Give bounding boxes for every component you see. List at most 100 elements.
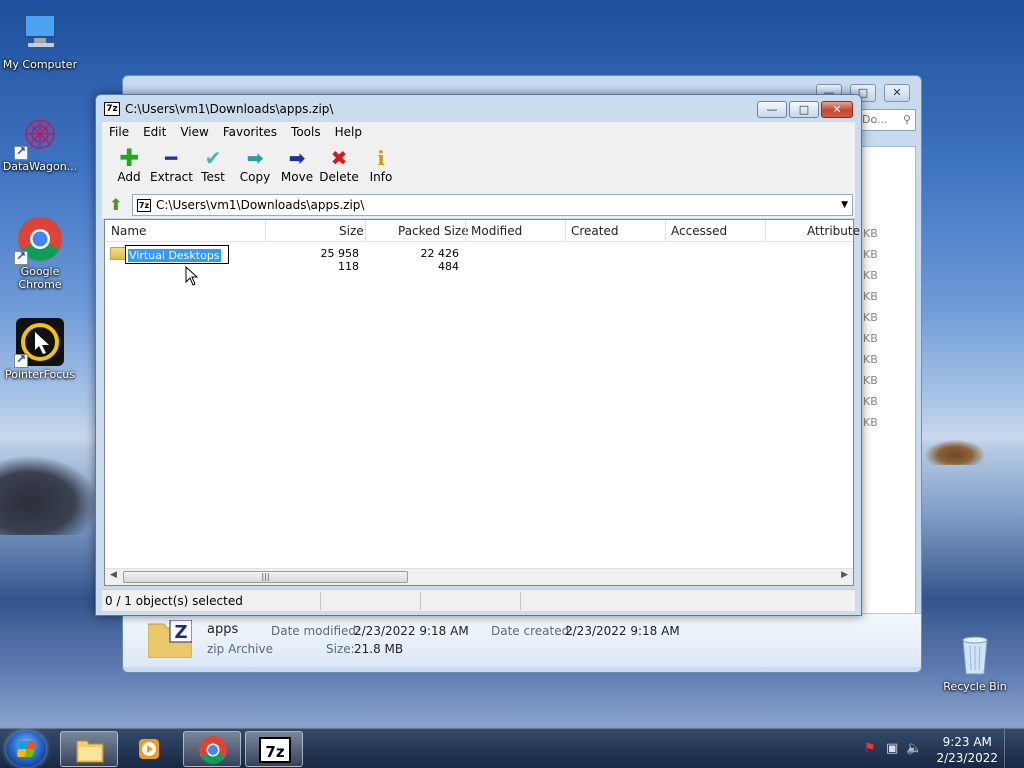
info-icon: i: [377, 146, 385, 170]
scroll-right-icon[interactable]: ▶: [841, 570, 848, 580]
start-button[interactable]: [6, 731, 46, 767]
size-label: Size:: [326, 642, 355, 656]
size-cell: 25 958 118: [320, 247, 360, 273]
7zip-window[interactable]: 7z C:\Users\vm1\Downloads\apps.zip\ — □ …: [95, 94, 862, 616]
chrome-icon: [14, 215, 64, 265]
modified-value: 2/23/2022 9:18 AM: [354, 624, 469, 638]
action-center-flag-icon[interactable]: ⚑: [864, 741, 876, 756]
column-accessed[interactable]: Accessed: [671, 224, 727, 238]
extract-button[interactable]: ━ Extract: [150, 142, 193, 192]
wallpaper-rocks: [0, 455, 100, 535]
desktop-icon-label: Google: [20, 265, 60, 278]
size-cell: KB: [863, 374, 878, 387]
media-player-icon: [139, 739, 159, 759]
system-tray: ⚑ ▣ 🔈 9:23 AM 2/23/2022: [856, 729, 1016, 768]
column-attribute[interactable]: Attribute: [807, 224, 860, 238]
column-modified[interactable]: Modified: [471, 224, 522, 238]
size-cell: KB: [863, 227, 878, 240]
delete-button[interactable]: ✖ Delete: [318, 142, 360, 192]
mouse-cursor-icon: [185, 266, 199, 286]
network-icon[interactable]: ▣: [886, 741, 898, 756]
desktop-icon-pointerfocus[interactable]: PointerFocus: [0, 318, 80, 381]
explorer-icon: [76, 740, 104, 763]
dropdown-arrow-icon[interactable]: ▼: [841, 200, 848, 210]
maximize-button[interactable]: □: [789, 101, 819, 118]
desktop-icon-recycle-bin[interactable]: Recycle Bin: [935, 630, 1015, 693]
desktop-icon-label: Recycle Bin: [943, 680, 1007, 693]
copy-label: Copy: [239, 170, 271, 184]
scroll-thumb[interactable]: |||: [123, 571, 408, 583]
title-text: C:\Users\vm1\Downloads\apps.zip\: [125, 102, 334, 116]
taskbar-chrome[interactable]: [183, 731, 241, 767]
file-name: apps: [207, 622, 239, 637]
created-label: Date created:: [491, 624, 574, 638]
move-button[interactable]: ➡ Move: [276, 142, 318, 192]
size-value: 21.8 MB: [354, 642, 404, 656]
size-cell: KB: [863, 269, 878, 282]
recycle-bin-icon: [951, 630, 999, 678]
svg-text:7z: 7z: [265, 743, 284, 761]
zip-file-icon: Z: [147, 619, 193, 659]
taskbar-7zip[interactable]: 7z: [245, 731, 303, 767]
desktop-icon-label: PointerFocus: [4, 368, 76, 381]
status-text: 0 / 1 object(s) selected: [105, 594, 243, 608]
taskbar-media-player[interactable]: [121, 731, 179, 767]
scroll-left-icon[interactable]: ◀: [110, 570, 117, 580]
desktop-icon-my-computer[interactable]: My Computer: [0, 8, 80, 71]
close-button[interactable]: ✕: [821, 101, 853, 118]
clock-time: 9:23 AM: [942, 735, 992, 749]
rename-input[interactable]: Virtual Desktops: [125, 245, 229, 264]
test-icon: ✔: [204, 146, 222, 170]
rename-text: Virtual Desktops: [128, 249, 221, 262]
file-type: zip Archive: [207, 642, 273, 656]
taskbar-explorer[interactable]: [60, 731, 118, 767]
shortcut-arrow-icon: [14, 144, 28, 160]
column-packed-size[interactable]: Packed Size: [398, 224, 469, 238]
wallpaper-rocks: [925, 440, 985, 465]
column-created[interactable]: Created: [571, 224, 619, 238]
menu-view[interactable]: View: [173, 125, 215, 139]
address-field[interactable]: 7z C:\Users\vm1\Downloads\apps.zip\ ▼: [132, 194, 853, 216]
desktop-icon-label: My Computer: [2, 58, 78, 71]
up-folder-button[interactable]: ⬆: [106, 195, 126, 215]
horizontal-scrollbar[interactable]: ◀ ||| ▶: [105, 568, 853, 585]
column-name[interactable]: Name: [111, 224, 146, 238]
show-desktop-button[interactable]: [1004, 729, 1016, 768]
extract-label: Extract: [150, 170, 193, 184]
address-bar: ⬆ 7z C:\Users\vm1\Downloads\apps.zip\ ▼: [102, 192, 855, 218]
menu-favorites[interactable]: Favorites: [216, 125, 284, 139]
desktop-icon-chrome[interactable]: Google Chrome: [0, 215, 80, 291]
minimize-button[interactable]: —: [757, 101, 787, 118]
table-row[interactable]: Virtual Desktops 25 958 118 22 426 484: [105, 244, 853, 273]
desktop-icon-datawagon[interactable]: DataWagon...: [0, 110, 80, 173]
info-button[interactable]: i Info: [360, 142, 402, 192]
close-button[interactable]: ✕: [884, 84, 910, 102]
search-input[interactable]: Do... ⚲: [858, 109, 916, 131]
move-label: Move: [280, 170, 314, 184]
delete-icon: ✖: [330, 146, 348, 170]
extract-icon: ━: [164, 146, 178, 170]
file-list[interactable]: Name Size Packed Size Modified Created A…: [104, 219, 860, 586]
add-label: Add: [117, 170, 141, 184]
menu-bar: File Edit View Favorites Tools Help: [102, 122, 855, 142]
packed-size-cell: 22 426 484: [420, 247, 460, 273]
caption-buttons: — □ ✕: [757, 101, 853, 118]
clock[interactable]: 9:23 AM 2/23/2022: [936, 734, 998, 766]
column-size[interactable]: Size: [339, 224, 364, 238]
menu-help[interactable]: Help: [328, 125, 369, 139]
volume-icon[interactable]: 🔈: [906, 741, 922, 756]
move-icon: ➡: [288, 146, 306, 170]
search-icon: ⚲: [902, 113, 911, 126]
menu-file[interactable]: File: [102, 125, 136, 139]
size-cell: KB: [863, 248, 878, 261]
datawagon-icon: [14, 110, 64, 160]
shortcut-arrow-icon: [14, 352, 28, 368]
copy-icon: ➡: [246, 146, 264, 170]
status-bar: 0 / 1 object(s) selected: [102, 589, 855, 611]
menu-edit[interactable]: Edit: [136, 125, 173, 139]
add-icon: ✚: [118, 144, 140, 172]
copy-button[interactable]: ➡ Copy: [234, 142, 276, 192]
menu-tools[interactable]: Tools: [284, 125, 328, 139]
test-button[interactable]: ✔ Test: [192, 142, 234, 192]
add-button[interactable]: ✚ Add: [108, 142, 150, 192]
